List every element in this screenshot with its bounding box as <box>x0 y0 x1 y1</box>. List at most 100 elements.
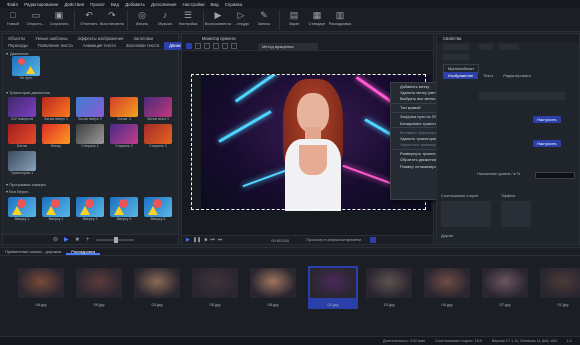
storyboard-item[interactable]: 02.jpg <box>308 266 358 309</box>
toolbar-button-3[interactable]: ↶ Отменить <box>78 8 100 26</box>
library-tab-3[interactable]: Заголовки <box>128 36 158 41</box>
chevron-down-icon[interactable]: ▾ <box>6 51 8 56</box>
camera-item[interactable]: Вверху 2 <box>39 197 73 221</box>
configure-button-1[interactable]: Настроить <box>533 116 561 123</box>
trajectory-item[interactable]: Внизу <box>39 124 73 148</box>
toolbar-button-13[interactable]: ▥ Раскадровка <box>329 8 352 26</box>
menu-item-1[interactable]: Редактирование <box>21 2 61 7</box>
library-tab2-2[interactable]: Анимация текста <box>78 43 121 48</box>
play-icon[interactable]: ▶ <box>186 237 190 243</box>
toolbar-button-1[interactable]: ▭ Открыть… <box>25 8 47 26</box>
menu-item-7[interactable]: Настройки <box>179 2 207 7</box>
trajectory-item[interactable]: Зигзаг 3 <box>107 97 141 121</box>
menu-item-8[interactable]: Вид <box>208 2 222 7</box>
toolbar-button-4[interactable]: ↷ Восстановить <box>100 8 124 26</box>
camera-item[interactable]: Вверху 3 <box>73 197 107 221</box>
library-tab-2[interactable]: Эффекты изображения <box>73 36 129 41</box>
opacity-field[interactable] <box>535 172 575 179</box>
move-tool-icon[interactable] <box>204 43 210 49</box>
chevron-down-icon[interactable]: ▾ <box>6 90 8 95</box>
trajectory-item[interactable]: Зигзаг вверх 2 <box>73 97 107 121</box>
toolbar-label-2: Сохранить <box>49 22 69 26</box>
trajectory-label: Внизу <box>51 144 61 148</box>
menu-item-4[interactable]: Вид <box>108 2 122 7</box>
storyboard-item[interactable]: 07.jpg <box>482 268 528 307</box>
properties-tab-0[interactable]: Изображение <box>443 72 479 79</box>
camera-item[interactable]: Вверху 5 <box>141 197 175 221</box>
position-y-field[interactable] <box>479 44 493 50</box>
toolbar-button-8[interactable]: ▶ Воспроизвести <box>205 8 232 26</box>
effect-grid[interactable] <box>501 201 531 227</box>
menu-item-0[interactable]: Файл <box>4 2 21 7</box>
library-tab-1[interactable]: Умные шаблоны <box>30 36 72 41</box>
toolbar-button-11[interactable]: ▤ Экран <box>283 8 305 26</box>
width-field[interactable] <box>499 44 519 50</box>
aspect-ratio-grid[interactable] <box>441 201 491 227</box>
library-item-no-path[interactable]: Не путь <box>9 56 43 80</box>
pause-icon[interactable]: ❚❚ <box>193 237 201 243</box>
library-tabs-row1: Объекты Умные шаблоны Эффекты изображения З… <box>3 34 178 42</box>
trajectory-item[interactable]: Бегом <box>5 124 39 148</box>
realtime-preview-toggle[interactable] <box>370 237 377 243</box>
prev-icon[interactable]: ⏮ <box>210 237 215 243</box>
toolbar-button-9[interactable]: ▷ …откуда <box>230 8 252 26</box>
library-tab-0[interactable]: Объекты <box>3 36 30 41</box>
camera-item[interactable]: Вверху 4 <box>107 197 141 221</box>
trajectory-item[interactable]: Зигзаг вниз 1 <box>141 97 175 121</box>
layer-field[interactable] <box>479 92 565 100</box>
properties-tab-2[interactable]: Редактировать <box>498 72 536 79</box>
library-tab2-3[interactable]: Заголовки текста <box>121 43 164 48</box>
grid-tool-icon[interactable] <box>231 43 237 49</box>
rotate-tool-icon[interactable] <box>213 43 219 49</box>
stop-icon[interactable]: ■ <box>204 237 207 243</box>
storyboard-tab-0[interactable]: Применение шкалы - дорожка <box>0 248 66 255</box>
play-icon[interactable]: ▶ <box>64 236 69 243</box>
storyboard-item[interactable]: 06.jpg <box>18 268 64 307</box>
zoom-out-icon[interactable]: ⊖ <box>53 236 58 243</box>
toolbar-button-7[interactable]: ☰ Настройка <box>177 8 199 26</box>
trajectory-item[interactable]: Спираль 3 <box>141 124 175 148</box>
trajectory-item[interactable]: Спираль 2 <box>107 124 141 148</box>
configure-button-2[interactable]: Настроить <box>533 140 561 147</box>
height-field[interactable] <box>443 54 469 60</box>
crop-tool-icon[interactable] <box>195 43 201 49</box>
storyboard-item[interactable]: 04.jpg <box>424 268 470 307</box>
menu-item-9[interactable]: Справка <box>222 2 246 7</box>
toolbar-button-2[interactable]: ▣ Сохранить <box>48 8 70 26</box>
rotation-method-select[interactable]: Метод вращения <box>258 42 318 50</box>
next-icon[interactable]: ⏭ <box>218 237 223 243</box>
position-x-field[interactable] <box>443 44 469 50</box>
trajectory-item[interactable]: Зигзаг вверх 1 <box>39 97 73 121</box>
library-tab2-0[interactable]: Переходы <box>3 43 33 48</box>
trajectory-item[interactable]: Спираль 1 <box>73 124 107 148</box>
storyboard-item[interactable]: 05.jpg <box>192 268 238 307</box>
menu-item-5[interactable]: Добавить <box>122 2 148 7</box>
path-tool-icon[interactable] <box>222 43 228 49</box>
chevron-down-icon[interactable]: ▾ <box>6 182 8 187</box>
menu-item-6[interactable]: Дополнения <box>148 2 180 7</box>
storyboard-item[interactable]: 08.jpg <box>250 268 296 307</box>
menu-item-3[interactable]: Проект <box>87 2 108 7</box>
add-icon[interactable]: + <box>86 237 90 243</box>
properties-tab-1[interactable]: Текст <box>478 72 498 79</box>
storyboard-filename: 09.jpg <box>93 302 105 307</box>
storyboard-item[interactable]: 03.jpg <box>134 268 180 307</box>
menu-item-2[interactable]: Действия <box>61 2 87 7</box>
trajectory-item[interactable]: 2х2 поворота <box>5 97 39 121</box>
toolbar-button-10[interactable]: ✎ Запись <box>253 8 275 26</box>
storyboard-item[interactable]: 01.jpg <box>540 268 580 307</box>
storyboard-item[interactable]: 09.jpg <box>76 268 122 307</box>
toolbar-button-6[interactable]: ♪ Музыка <box>154 8 176 26</box>
library-tab2-1[interactable]: Появление текста <box>33 43 78 48</box>
chevron-down-icon[interactable]: ▾ <box>6 189 8 194</box>
trajectory-item[interactable]: Траектория 1 <box>5 151 39 175</box>
star-icon[interactable]: ★ <box>75 236 80 243</box>
storyboard-tab-1[interactable]: Раскадровка <box>66 248 101 255</box>
camera-item[interactable]: Вверху 1 <box>5 197 39 221</box>
toolbar-button-0[interactable]: □ Новый <box>2 8 24 26</box>
storyboard-item[interactable]: 10.jpg <box>366 268 412 307</box>
toolbar-button-5[interactable]: ◎ Изъять <box>131 8 153 26</box>
select-tool-icon[interactable] <box>186 43 192 49</box>
zoom-slider[interactable] <box>95 236 134 243</box>
toolbar-button-12[interactable]: ▦ Стандарт <box>306 8 328 26</box>
